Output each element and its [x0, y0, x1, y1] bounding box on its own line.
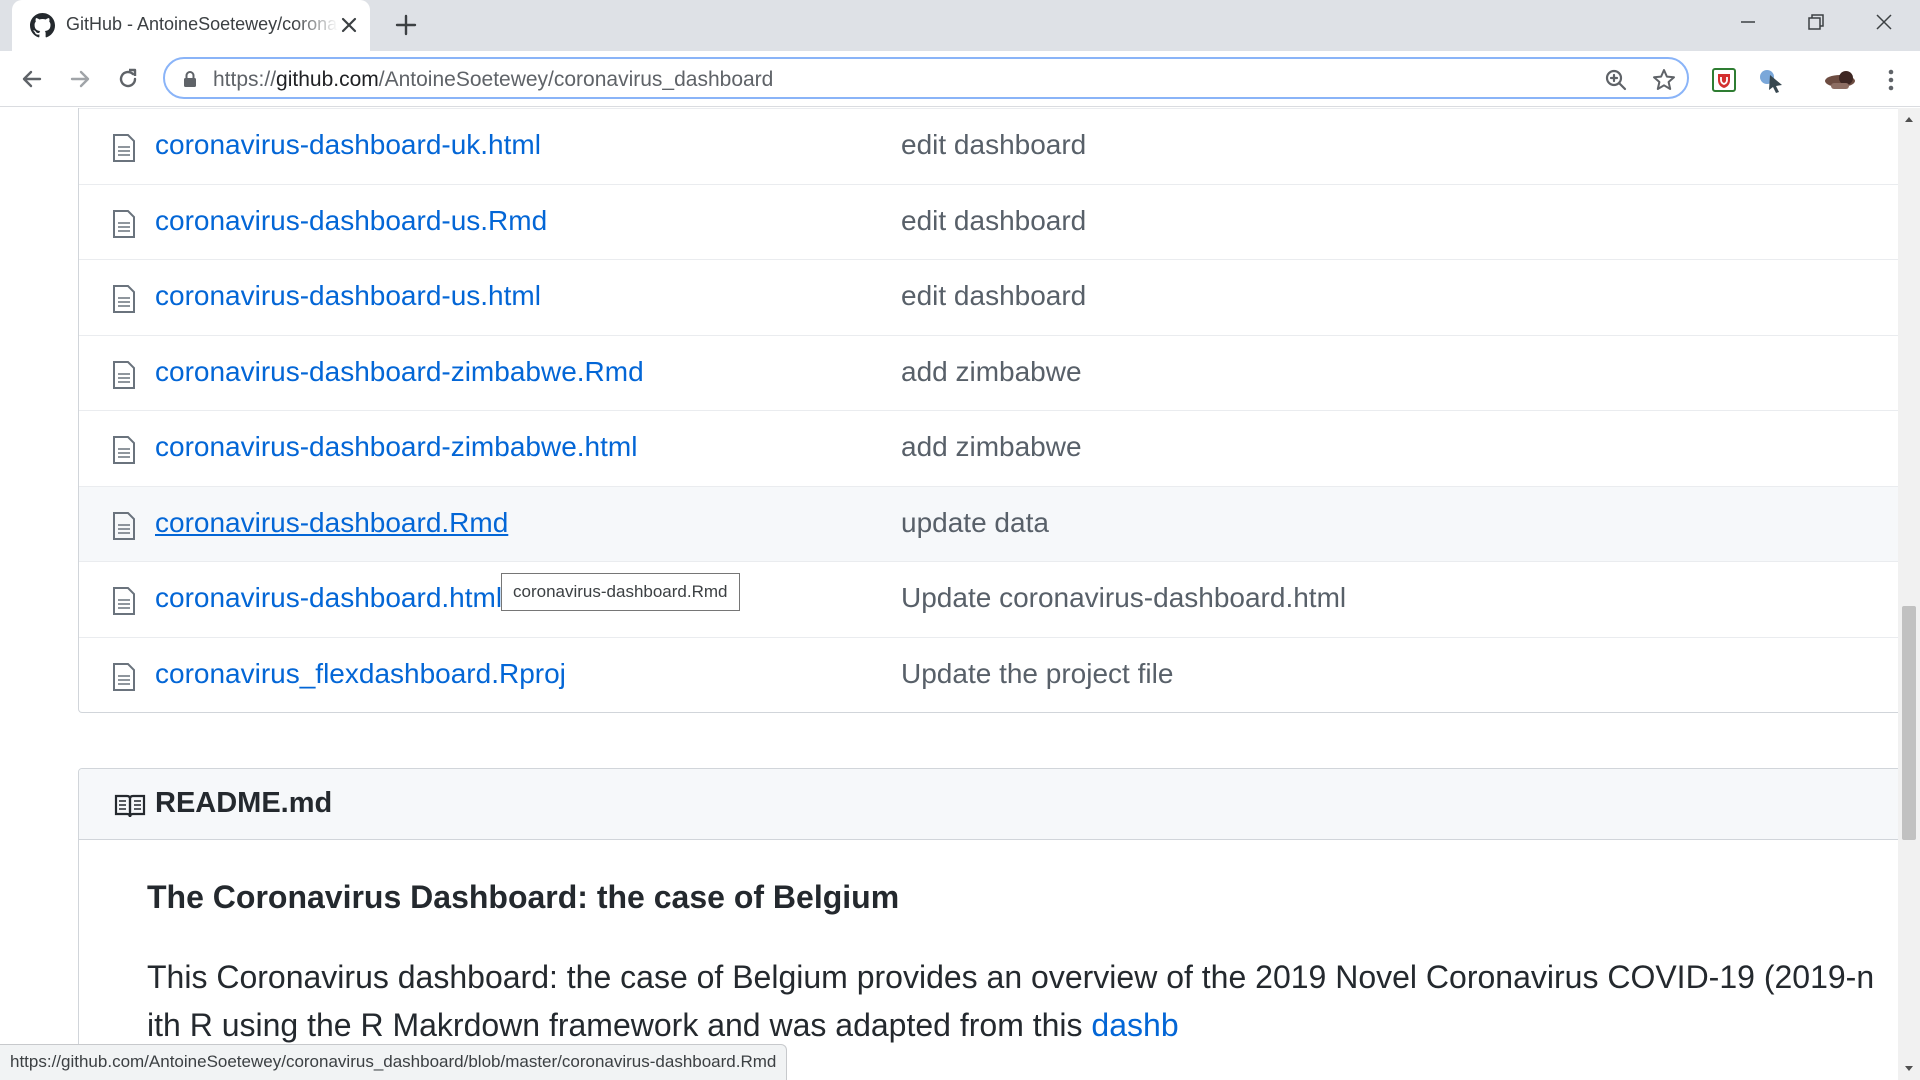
url-scheme: https://: [213, 68, 277, 91]
reload-button[interactable]: [114, 65, 142, 93]
address-bar[interactable]: https://github.com/AntoineSoetewey/coron…: [163, 57, 1689, 99]
back-button[interactable]: [18, 65, 46, 93]
browser-tab[interactable]: GitHub - AntoineSoetewey/coronavirus_das…: [12, 0, 370, 51]
readme-title: README.md: [155, 787, 333, 819]
link-tooltip: coronavirus-dashboard.Rmd: [501, 573, 740, 611]
file-link[interactable]: coronavirus-dashboard-zimbabwe.Rmd: [155, 356, 644, 388]
table-row[interactable]: coronavirus-dashboard-us.Rmd edit dashboa…: [79, 183, 1898, 260]
file-icon: [113, 209, 135, 238]
restore-button[interactable]: [1782, 0, 1850, 44]
book-icon: [114, 794, 146, 818]
tab-strip: GitHub - AntoineSoetewey/coronavirus_das…: [0, 0, 1920, 51]
readme-header: README.md: [79, 769, 1898, 840]
avatar[interactable]: [1823, 63, 1857, 97]
close-icon[interactable]: [337, 13, 361, 37]
commit-message[interactable]: edit dashboard: [901, 205, 1086, 237]
file-link[interactable]: coronavirus-dashboard-us.Rmd: [155, 205, 547, 237]
readme-paragraph-2: ith R using the R Makrdown framework and…: [147, 1007, 1179, 1044]
readme-heading: The Coronavirus Dashboard: the case of B…: [147, 879, 900, 915]
file-icon: [113, 134, 135, 162]
file-icon: [113, 662, 135, 691]
commit-message[interactable]: add zimbabwe: [901, 356, 1082, 388]
forward-button[interactable]: [66, 65, 94, 93]
file-link[interactable]: coronavirus-dashboard-us.html: [155, 280, 541, 312]
status-url: https://github.com/AntoineSoetewey/coron…: [0, 1044, 788, 1080]
table-row[interactable]: coronavirus-dashboard-zimbabwe.html add z…: [79, 410, 1898, 486]
file-icon: [113, 587, 135, 615]
table-row[interactable]: coronavirus-dashboard-zimbabwe.Rmd add zi…: [79, 334, 1898, 411]
table-row[interactable]: coronavirus_flexdashboard.Rproj Update th…: [79, 636, 1898, 713]
url-host: github.com: [276, 68, 379, 91]
browser-toolbar: https://github.com/AntoineSoetewey/coron…: [0, 51, 1920, 107]
url-path: /AntoineSoetewey/coronavirus_dashboard: [378, 68, 774, 91]
triangle-down-icon: [1905, 1066, 1913, 1071]
url-text[interactable]: https://github.com/AntoineSoetewey/coron…: [213, 68, 773, 92]
table-row[interactable]: coronavirus-dashboard.html Update coronav…: [79, 561, 1898, 637]
arrow-right-icon: [70, 70, 90, 88]
table-row[interactable]: coronavirus-dashboard.Rmd update data: [79, 485, 1898, 561]
commit-message[interactable]: edit dashboard: [901, 129, 1086, 161]
shield-extension-icon[interactable]: [1709, 65, 1739, 95]
restore-icon: [1808, 14, 1824, 30]
table-row[interactable]: coronavirus-dashboard-uk.html edit dashbo…: [79, 108, 1898, 184]
scroll-up-button[interactable]: [1898, 108, 1920, 130]
plus-icon[interactable]: [393, 12, 419, 38]
star-icon[interactable]: [1651, 67, 1677, 93]
minimize-icon: [1741, 21, 1755, 23]
scroll-down-button[interactable]: [1898, 1058, 1920, 1080]
commit-message[interactable]: Update the project file: [901, 658, 1173, 690]
readme-dashboard-link[interactable]: dashb: [1091, 1007, 1178, 1043]
file-link[interactable]: coronavirus-dashboard-zimbabwe.html: [155, 431, 637, 463]
arrow-left-icon: [22, 70, 42, 88]
file-icon: [113, 436, 135, 464]
minimize-button[interactable]: [1714, 0, 1782, 44]
commit-message[interactable]: add zimbabwe: [901, 431, 1082, 463]
reload-icon: [119, 68, 137, 88]
page-content: coronavirus-dashboard-uk.html edit dashbo…: [0, 108, 1898, 1044]
scrollbar-thumb[interactable]: [1902, 606, 1916, 840]
file-link[interactable]: coronavirus-dashboard.Rmd: [155, 507, 508, 539]
commit-message[interactable]: update data: [901, 507, 1049, 539]
tab-title: GitHub - AntoineSoetewey/coronavirus_das…: [66, 14, 338, 34]
readme-paragraph-2-text: ith R using the R Makrdown framework and…: [147, 1007, 1092, 1043]
file-icon: [113, 511, 135, 540]
commit-message[interactable]: Update coronavirus-dashboard.html: [901, 582, 1346, 614]
file-icon: [113, 285, 135, 313]
more-vertical-icon[interactable]: [1876, 65, 1906, 95]
file-rows: coronavirus-dashboard-uk.html edit dashbo…: [79, 108, 1898, 712]
file-link[interactable]: coronavirus-dashboard.html: [155, 582, 502, 614]
readme-paragraph: This Coronavirus dashboard: the case of …: [147, 959, 1875, 995]
triangle-up-icon: [1905, 117, 1913, 122]
close-icon: [1876, 14, 1892, 30]
page-scrollbar[interactable]: [1898, 108, 1920, 1080]
github-icon: [30, 13, 55, 38]
file-list: coronavirus-dashboard-uk.html edit dashbo…: [78, 108, 1898, 713]
file-link[interactable]: coronavirus-dashboard-uk.html: [155, 129, 541, 161]
commit-message[interactable]: edit dashboard: [901, 280, 1086, 312]
pointer-extension-icon[interactable]: [1756, 65, 1786, 95]
readme-panel: README.md The Coronavirus Dashboard: the…: [78, 768, 1898, 1044]
lock-icon[interactable]: [181, 70, 199, 88]
zoom-icon[interactable]: [1603, 67, 1629, 93]
table-row[interactable]: coronavirus-dashboard-us.html edit dashbo…: [79, 259, 1898, 335]
close-window-button[interactable]: [1850, 0, 1918, 44]
file-link[interactable]: coronavirus_flexdashboard.Rproj: [155, 658, 566, 690]
file-icon: [113, 360, 135, 389]
